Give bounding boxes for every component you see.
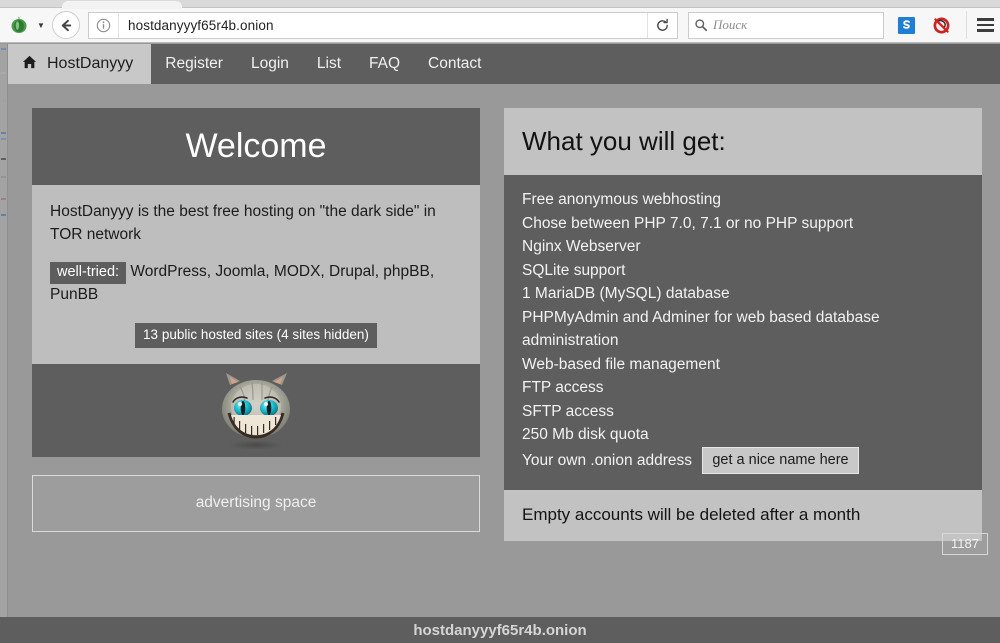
page-viewport: HostDanyyy Register Login List FAQ Conta… — [0, 44, 1000, 643]
list-item: Chose between PHP 7.0, 7.1 or no PHP sup… — [522, 212, 964, 236]
list-item: 1 MariaDB (MySQL) database — [522, 282, 964, 306]
list-item: Web-based file management — [522, 353, 964, 377]
search-input[interactable]: Поиск — [713, 17, 747, 33]
visit-counter-badge: 1187 — [942, 533, 988, 555]
hamburger-menu-icon[interactable] — [966, 11, 994, 39]
features-footer-note: Empty accounts will be deleted after a m… — [504, 490, 982, 541]
strip-mark — [1, 72, 6, 74]
strip-mark — [1, 214, 6, 216]
site-footer: hostdanyyyf65r4b.onion — [0, 617, 1000, 643]
site-navbar: HostDanyyy Register Login List FAQ Conta… — [8, 44, 1000, 84]
hosted-sites-counter-wrap: 13 public hosted sites (4 sites hidden) — [50, 323, 462, 350]
strip-mark — [1, 48, 6, 50]
browser-toolbar: ▼ hostdanyyyf65r4b.onion — [0, 8, 1000, 43]
welcome-body: HostDanyyy is the best free hosting on "… — [32, 185, 480, 364]
strip-mark — [1, 158, 6, 160]
welcome-title: Welcome — [32, 108, 480, 185]
features-list: Free anonymous webhosting Chose between … — [522, 188, 964, 474]
strip-mark — [1, 132, 6, 134]
list-item: Nginx Webserver — [522, 235, 964, 259]
hosted-sites-counter[interactable]: 13 public hosted sites (4 sites hidden) — [135, 323, 377, 348]
features-title: What you will get: — [504, 108, 982, 175]
features-body: Free anonymous webhosting Chose between … — [504, 175, 982, 490]
nav-link-list[interactable]: List — [303, 44, 355, 84]
brand-label: HostDanyyy — [47, 55, 133, 73]
list-item: PHPMyAdmin and Adminer for web based dat… — [522, 306, 964, 353]
strip-mark — [1, 100, 6, 102]
home-icon — [22, 55, 37, 74]
tab-strip — [0, 0, 1000, 8]
back-button[interactable] — [52, 11, 80, 39]
welcome-column: Welcome HostDanyyy is the best free host… — [32, 108, 480, 541]
url-text[interactable]: hostdanyyyf65r4b.onion — [119, 18, 647, 33]
footer-onion-address: hostdanyyyf65r4b.onion — [413, 622, 586, 639]
list-item-onion-address: Your own .onion address get a nice name … — [522, 447, 964, 474]
advertising-space-label: advertising space — [196, 494, 317, 512]
welcome-intro: HostDanyyy is the best free hosting on "… — [50, 201, 462, 247]
web-page: HostDanyyy Register Login List FAQ Conta… — [8, 44, 1000, 643]
tor-onion-logo-icon[interactable] — [6, 12, 32, 38]
list-item: SQLite support — [522, 259, 964, 283]
sidebar-item-hostdanyyy[interactable]: HostDanyyy — [8, 44, 151, 84]
browser-window: ▼ hostdanyyyf65r4b.onion — [0, 0, 1000, 643]
browser-tab[interactable] — [62, 1, 182, 9]
nav-link-register[interactable]: Register — [151, 44, 237, 84]
nav-link-login[interactable]: Login — [237, 44, 303, 84]
onion-address-label: Your own .onion address — [522, 452, 692, 469]
list-item: 250 Mb disk quota — [522, 423, 964, 447]
features-panel: What you will get: Free anonymous webhos… — [504, 108, 982, 541]
tor-menu-chevron-down-icon[interactable]: ▼ — [36, 12, 46, 38]
info-circle-icon[interactable] — [89, 13, 119, 38]
page-content: Welcome HostDanyyy is the best free host… — [8, 84, 1000, 541]
reload-icon[interactable] — [647, 13, 677, 38]
strip-mark — [1, 138, 6, 140]
features-column: What you will get: Free anonymous webhos… — [504, 108, 982, 541]
advertising-space[interactable]: advertising space — [32, 475, 480, 532]
well-tried-badge: well-tried: — [50, 262, 126, 284]
get-nice-name-button[interactable]: get a nice name here — [702, 447, 858, 474]
url-bar[interactable]: hostdanyyyf65r4b.onion — [88, 12, 678, 39]
cheshire-cat-image — [32, 364, 480, 457]
noscript-extension-icon[interactable] — [928, 12, 954, 38]
list-item: FTP access — [522, 376, 964, 400]
list-item: Free anonymous webhosting — [522, 188, 964, 212]
collapsed-sidebar-strip[interactable] — [0, 44, 8, 643]
nav-link-contact[interactable]: Contact — [414, 44, 495, 84]
nav-link-faq[interactable]: FAQ — [355, 44, 414, 84]
cheshire-cat-illustration — [200, 369, 312, 451]
skype-extension-icon[interactable] — [893, 12, 919, 38]
strip-mark — [1, 176, 6, 178]
welcome-panel: Welcome HostDanyyy is the best free host… — [32, 108, 480, 532]
list-item: SFTP access — [522, 400, 964, 424]
search-magnifier-icon — [689, 13, 713, 38]
strip-mark — [1, 198, 6, 200]
well-tried-line: well-tried: WordPress, Joomla, MODX, Dru… — [50, 261, 462, 307]
search-bar[interactable]: Поиск — [688, 12, 884, 39]
